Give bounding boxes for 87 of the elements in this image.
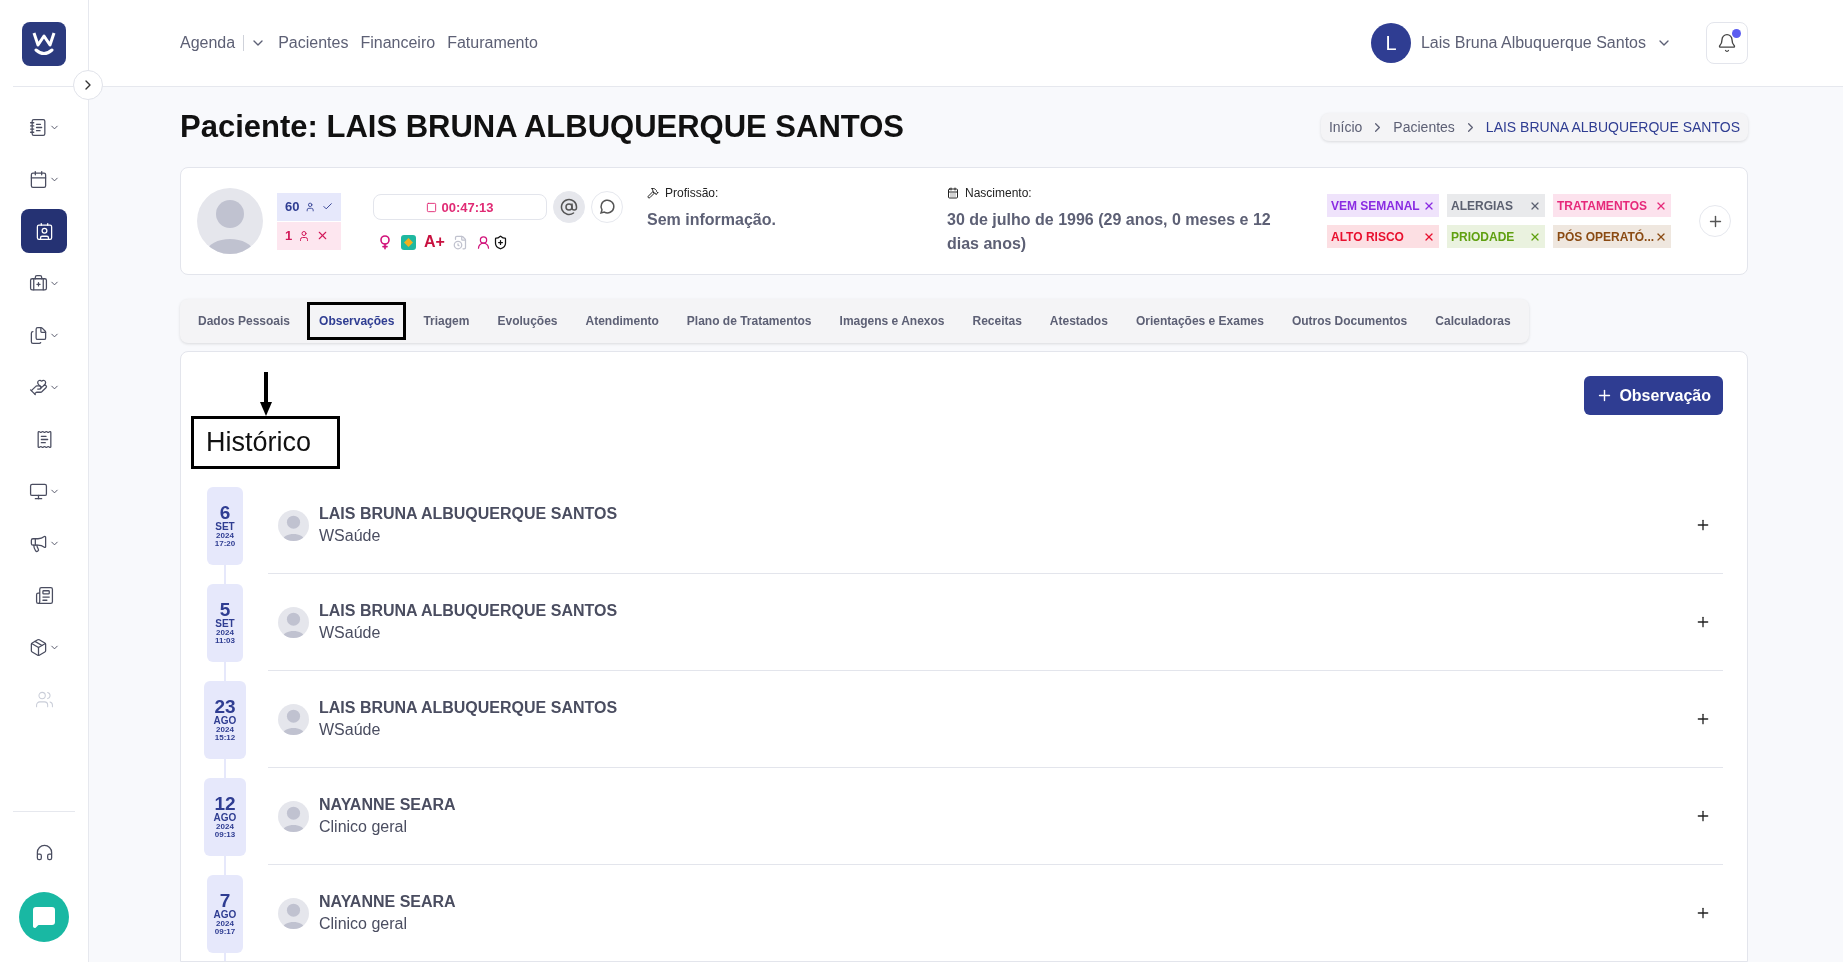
patient-tag: ALERGIAS (1447, 194, 1545, 217)
birth-label: Nascimento: (947, 186, 1277, 200)
profession-value: Sem informação. (647, 210, 777, 230)
female-icon (377, 234, 393, 250)
author-name: LAIS BRUNA ALBUQUERQUE SANTOS (319, 602, 619, 620)
tab[interactable]: Imagens e Anexos (825, 302, 959, 340)
at-sign-icon (560, 198, 578, 216)
square-icon (426, 201, 438, 213)
tab[interactable]: Atestados (1035, 302, 1122, 340)
user-avatar: L (1370, 23, 1411, 63)
date-badge: 7 AGO 2024 09:17 (207, 874, 243, 953)
chat-bubble-icon (598, 198, 616, 216)
tab[interactable]: Outros Documentos (1277, 302, 1422, 340)
patient-tag: PRIODADE (1447, 225, 1545, 248)
profession-label: Profissão: (647, 186, 917, 200)
collapse-sidebar-button[interactable] (73, 70, 103, 100)
blood-type: A+ (424, 233, 445, 251)
tab[interactable]: Evoluções (483, 302, 572, 340)
tab[interactable]: Calculadoras (1421, 302, 1525, 340)
nav-link[interactable]: Agenda (180, 34, 267, 52)
tab[interactable]: Receitas (958, 302, 1036, 340)
date-badge: 12 AGO 2024 09:13 (204, 777, 246, 856)
tab[interactable]: Plano de Tratamentos (672, 302, 826, 340)
author-name: LAIS BRUNA ALBUQUERQUE SANTOS (319, 699, 619, 717)
tab[interactable]: Observações (307, 302, 407, 340)
author-role: WSaúde (319, 624, 382, 642)
author-name: NAYANNE SEARA (319, 796, 457, 814)
patient-tag: TRATAMENTOS (1553, 194, 1671, 217)
nav-link[interactable]: Faturamento (447, 34, 538, 52)
date-badge: 6 SET 2024 17:20 (207, 486, 243, 565)
user-menu[interactable]: L Lais Bruna Albuquerque Santos (1364, 22, 1678, 64)
app-logo[interactable] (22, 22, 66, 66)
author-role: WSaúde (319, 527, 382, 545)
add-observation-button[interactable]: Observação (1584, 376, 1723, 415)
author-name: LAIS BRUNA ALBUQUERQUE SANTOS (319, 505, 619, 523)
appointment-counter: 1 (277, 221, 341, 250)
shield-plus-icon (492, 234, 508, 250)
author-avatar (278, 606, 309, 638)
bell-icon (1717, 33, 1737, 53)
add-tag-button[interactable] (1699, 205, 1731, 237)
plus-icon (1695, 905, 1711, 921)
page-title: Paciente: LAIS BRUNA ALBUQUERQUE SANTOS (180, 109, 904, 145)
calendar-icon (947, 187, 959, 199)
down-arrow-icon (259, 372, 272, 416)
tab[interactable]: Atendimento (571, 302, 673, 340)
email-button[interactable] (553, 191, 585, 223)
plus-icon (1695, 614, 1711, 630)
date-badge: 5 SET 2024 11:03 (207, 583, 243, 662)
sidebar-item[interactable] (21, 209, 67, 253)
hammer-icon (647, 187, 659, 199)
author-role: Clinico geral (319, 818, 409, 836)
diamond-badge-icon (401, 234, 416, 250)
patient-tag: ALTO RISCO (1327, 225, 1439, 248)
person-icon (475, 234, 491, 250)
appointment-counter: 60 (277, 192, 341, 221)
author-avatar (278, 509, 309, 541)
chat-bubble-icon (32, 905, 56, 929)
session-timer: 00:47:13 (373, 194, 547, 220)
birth-value: 30 de julho de 1996 (29 anos, 0 meses e 12 dias anos) (947, 210, 1272, 254)
author-avatar (278, 800, 309, 832)
patient-tag: PÓS OPERATÓ... (1553, 225, 1671, 248)
user-name: Lais Bruna Albuquerque Santos (1420, 34, 1646, 52)
person-icon (298, 229, 311, 242)
tab[interactable]: Dados Pessoais (184, 302, 305, 340)
date-badge: 23 AGO 2024 15:12 (204, 680, 246, 759)
breadcrumb-link[interactable]: Pacientes (1393, 119, 1455, 135)
file-clock-icon (452, 234, 468, 250)
plus-icon (1695, 517, 1711, 533)
author-avatar (278, 897, 309, 929)
patient-tag: VEM SEMANAL (1327, 194, 1439, 217)
section-title: Histórico (191, 416, 340, 469)
plus-icon (1695, 808, 1711, 824)
tab[interactable]: Triagem (409, 302, 484, 340)
author-role: Clinico geral (319, 915, 409, 933)
breadcrumb-link[interactable]: Início (1328, 119, 1363, 135)
headset-icon (34, 842, 54, 862)
notifications-button[interactable] (1706, 22, 1748, 64)
author-name: NAYANNE SEARA (319, 893, 457, 911)
author-avatar (278, 703, 309, 735)
author-role: WSaúde (319, 721, 382, 739)
tab[interactable]: Orientações e Exames (1121, 302, 1278, 340)
whatsapp-button[interactable] (591, 191, 623, 223)
person-icon (305, 200, 316, 213)
nav-link[interactable]: Pacientes (278, 34, 349, 52)
nav-link[interactable]: Financeiro (360, 34, 436, 52)
plus-icon (1695, 711, 1711, 727)
breadcrumb-link[interactable]: LAIS BRUNA ALBUQUERQUE SANTOS (1485, 119, 1740, 135)
